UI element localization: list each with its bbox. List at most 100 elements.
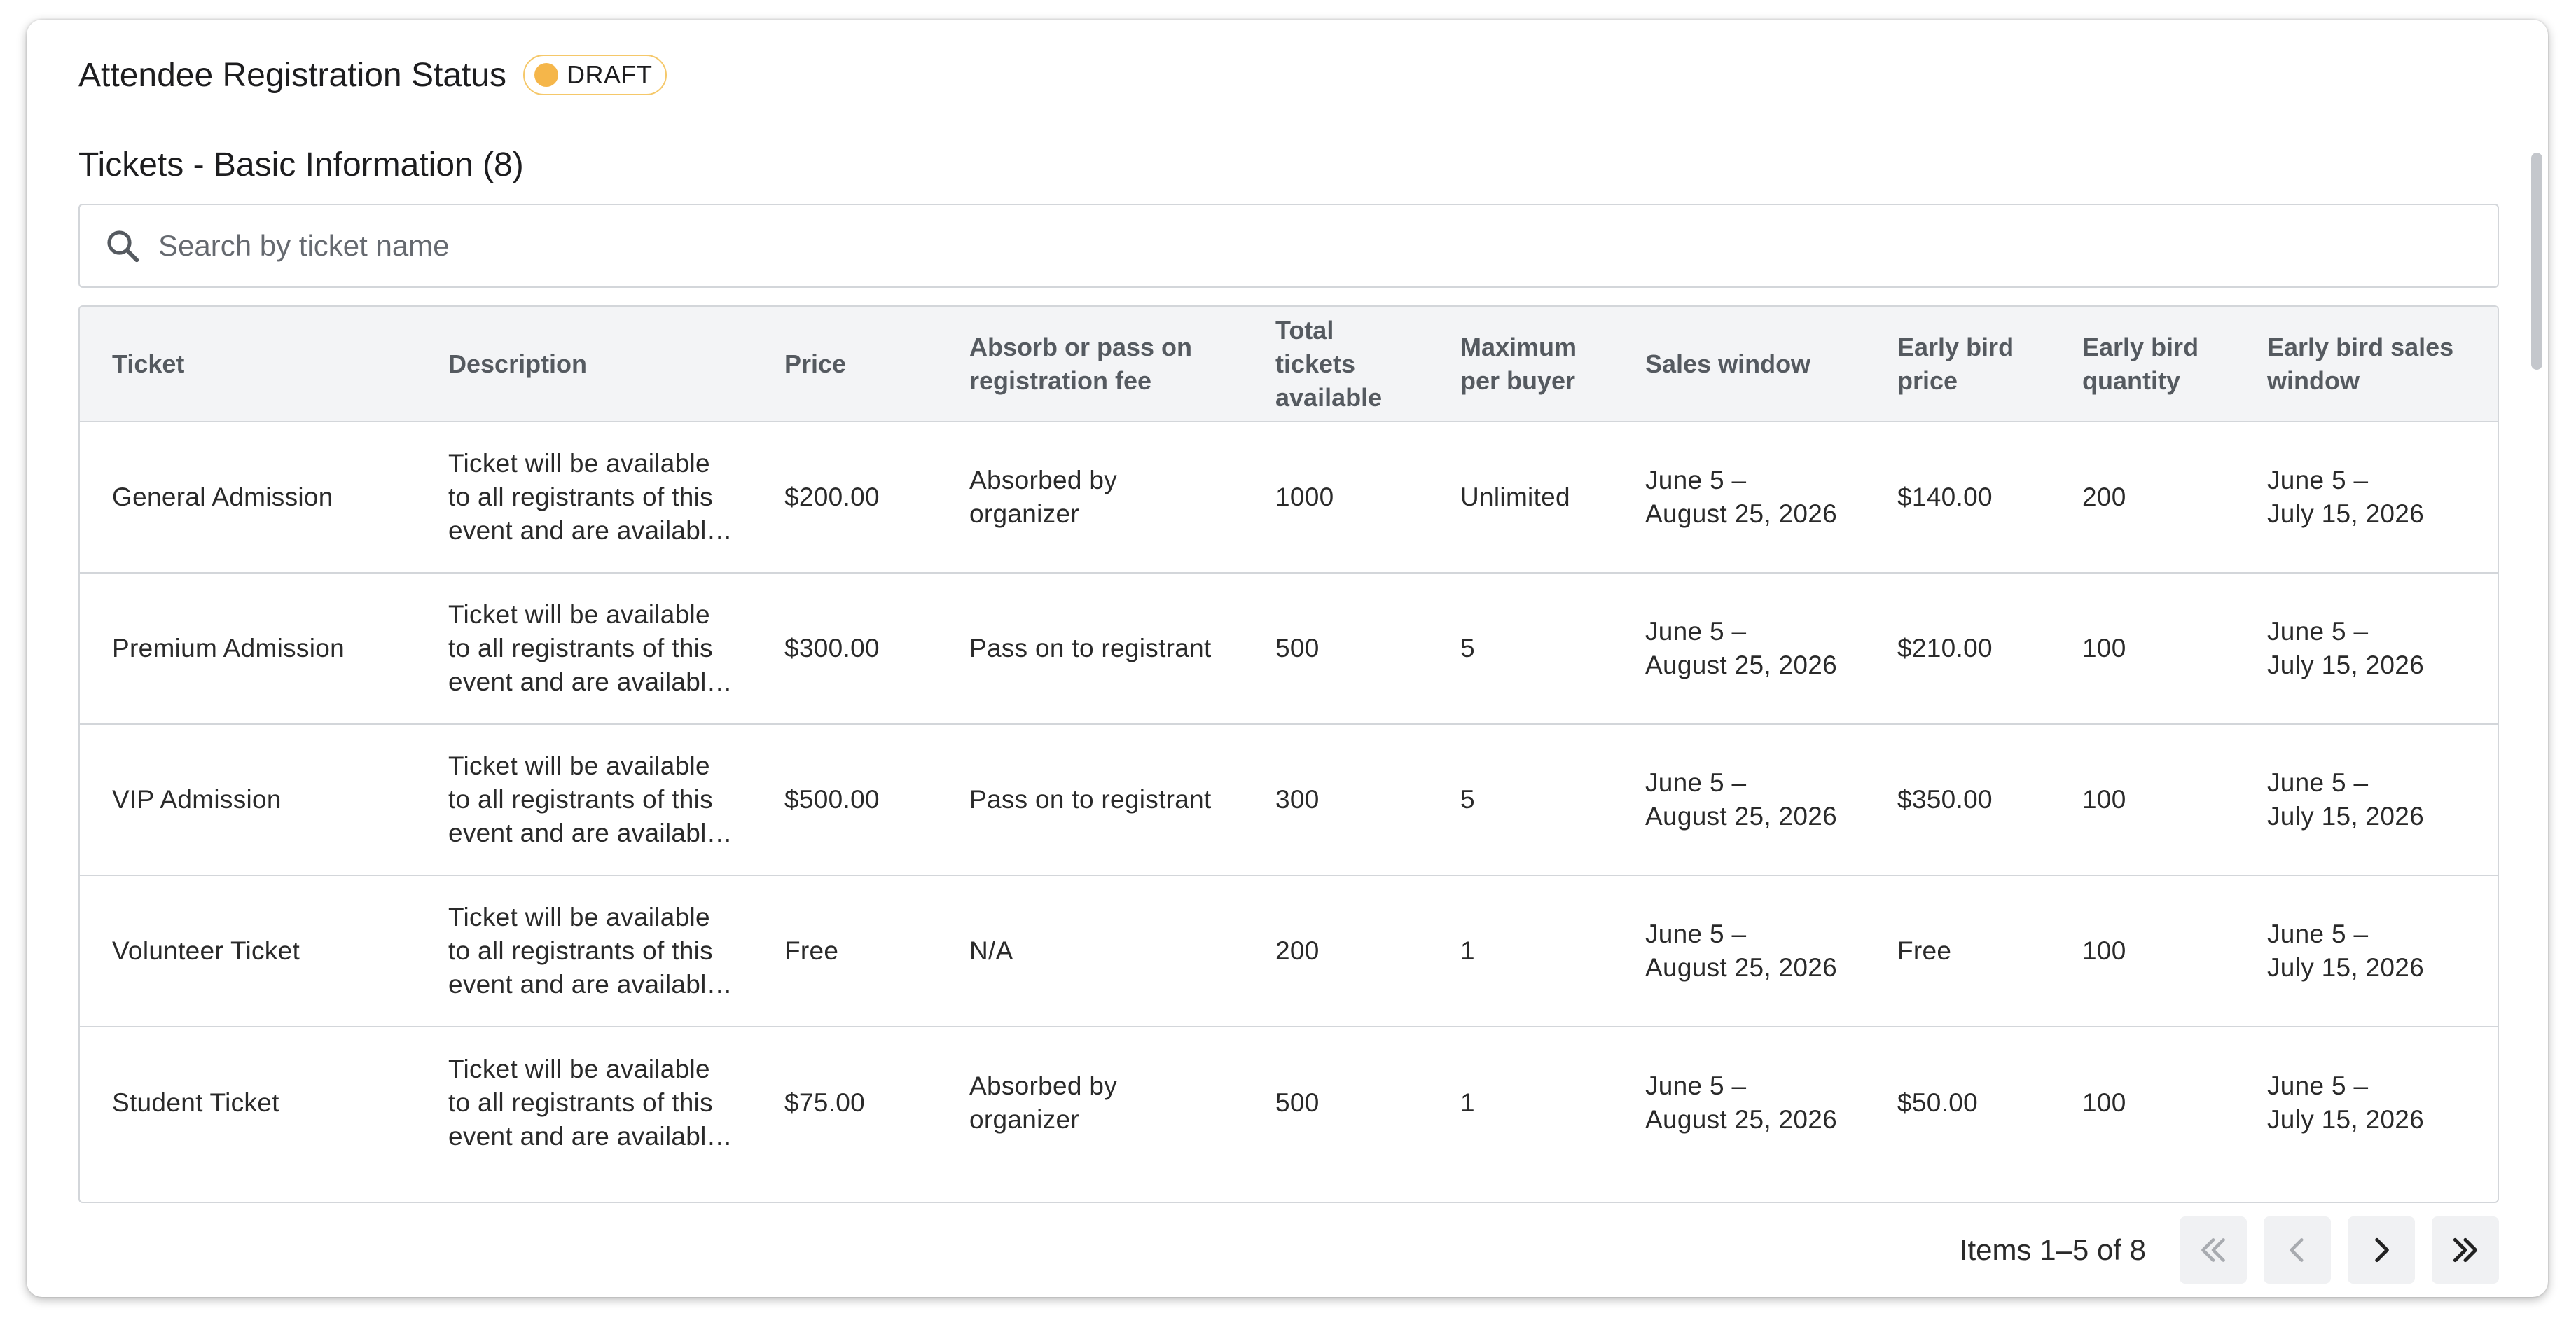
early-window-end: July 15, 2026 <box>2267 651 2425 679</box>
panel-header: Attendee Registration Status DRAFT <box>78 50 667 99</box>
sales-window-start: June 5 – <box>1645 1071 1747 1100</box>
ticket-early-price: $210.00 <box>1865 572 2050 724</box>
ticket-sales-window: June 5 – August 25, 2026 <box>1613 1026 1865 1178</box>
ticket-name: General Admission <box>112 483 333 511</box>
sales-window-end: August 25, 2026 <box>1645 802 1837 831</box>
ticket-sales-window: June 5 – August 25, 2026 <box>1613 422 1865 573</box>
ticket-price: $300.00 <box>752 572 937 724</box>
first-page-button[interactable] <box>2180 1216 2247 1284</box>
early-window-start: June 5 – <box>2267 920 2369 948</box>
column-header-max-per-buyer[interactable]: Maximum per buyer <box>1428 307 1613 422</box>
search-bar <box>78 204 2499 288</box>
sales-window-end: August 25, 2026 <box>1645 651 1837 679</box>
ticket-description: Ticket will be available to all registra… <box>416 1026 752 1178</box>
table-row[interactable]: Volunteer Ticket Ticket will be availabl… <box>80 875 2498 1027</box>
ticket-total: 1000 <box>1275 483 1334 511</box>
sales-window-end: August 25, 2026 <box>1645 953 1837 982</box>
sales-window-start: June 5 – <box>1645 768 1747 797</box>
status-badge: DRAFT <box>523 55 667 95</box>
pagination: Items 1–5 of 8 <box>1960 1215 2499 1285</box>
early-window-end: July 15, 2026 <box>2267 1104 2425 1134</box>
scrollbar-thumb[interactable] <box>2531 153 2542 370</box>
ticket-early-price: $140.00 <box>1897 483 1993 511</box>
double-chevron-right-icon <box>2453 1237 2478 1263</box>
column-header-early-price[interactable]: Early bird price <box>1865 307 2050 422</box>
chevron-right-icon <box>2375 1237 2389 1263</box>
ticket-sales-window: June 5 – August 25, 2026 <box>1613 723 1865 875</box>
table-row[interactable]: General Admission Ticket will be availab… <box>80 422 2498 573</box>
description-text: Ticket will be available to all registra… <box>448 600 721 696</box>
early-window-end: July 15, 2026 <box>2267 802 2425 831</box>
ticket-name: Student Ticket <box>80 1026 416 1178</box>
vertical-scrollbar[interactable] <box>2527 146 2547 1238</box>
sales-window-end: August 25, 2026 <box>1645 499 1837 528</box>
ticket-fee: N/A <box>937 875 1243 1027</box>
column-header-early-qty[interactable]: Early bird quantity <box>2050 307 2235 422</box>
column-header-ticket[interactable]: Ticket <box>80 307 416 422</box>
ticket-sales-window: June 5 – August 25, 2026 <box>1613 875 1865 1027</box>
table-row[interactable]: Student Ticket Ticket will be available … <box>80 1026 2498 1178</box>
table-header-row: Ticket Description Price Absorb or pass … <box>80 307 2498 422</box>
ticket-fee: Absorbed by organizer <box>937 1026 1243 1178</box>
column-header-sales-window[interactable]: Sales window <box>1613 307 1865 422</box>
ticket-total: 500 <box>1243 572 1428 724</box>
ticket-total: 300 <box>1243 723 1428 875</box>
ticket-name: Volunteer Ticket <box>80 875 416 1027</box>
early-window-start: June 5 – <box>2267 1071 2369 1100</box>
early-window-start: June 5 – <box>2267 768 2369 797</box>
previous-page-button[interactable] <box>2264 1216 2331 1284</box>
ticket-total: 500 <box>1243 1026 1428 1178</box>
registration-panel: Attendee Registration Status DRAFT Ticke… <box>27 20 2548 1297</box>
ticket-early-qty: 100 <box>2050 723 2235 875</box>
ticket-early-price: Free <box>1865 875 2050 1027</box>
chevron-left-icon <box>2290 1238 2304 1262</box>
early-window-end: July 15, 2026 <box>2267 953 2425 982</box>
early-window-start: June 5 – <box>2267 617 2369 646</box>
ticket-max-per-buyer: 1 <box>1428 875 1613 1027</box>
ticket-description: Ticket will be available to all registra… <box>416 723 752 875</box>
early-window-start: June 5 – <box>2267 466 2369 494</box>
column-header-description[interactable]: Description <box>416 307 752 422</box>
description-text: Ticket will be available to all registra… <box>448 1054 721 1151</box>
ticket-price: $200.00 <box>784 483 880 511</box>
column-header-fee[interactable]: Absorb or pass on registration fee <box>937 307 1243 422</box>
early-window-end: July 15, 2026 <box>2267 499 2425 528</box>
ticket-max-per-buyer: 1 <box>1428 1026 1613 1178</box>
ticket-sales-window: June 5 – August 25, 2026 <box>1613 572 1865 724</box>
ticket-fee: Absorbed by organizer <box>969 466 1118 528</box>
next-page-button[interactable] <box>2348 1216 2415 1284</box>
ticket-name: VIP Admission <box>80 723 416 875</box>
column-header-total[interactable]: Total tickets available <box>1243 307 1428 422</box>
ticket-early-window: June 5 – July 15, 2026 <box>2235 875 2498 1027</box>
description-text: Ticket will be available to all registra… <box>448 449 721 545</box>
table-row[interactable]: VIP Admission Ticket will be available t… <box>80 723 2498 875</box>
column-header-early-window[interactable]: Early bird sales window <box>2235 307 2498 422</box>
search-input[interactable] <box>157 228 2498 263</box>
ticket-price: Free <box>752 875 937 1027</box>
ticket-max-per-buyer: 5 <box>1428 572 1613 724</box>
table-row[interactable]: Premium Admission Ticket will be availab… <box>80 572 2498 724</box>
ticket-price: $75.00 <box>752 1026 937 1178</box>
ticket-early-window: June 5 – July 15, 2026 <box>2235 422 2498 573</box>
ticket-early-qty: 200 <box>2082 483 2126 511</box>
column-header-price[interactable]: Price <box>752 307 937 422</box>
section-title: Tickets - Basic Information (8) <box>78 146 524 183</box>
ticket-early-price: $50.00 <box>1865 1026 2050 1178</box>
description-text: Ticket will be available to all registra… <box>448 903 721 999</box>
ticket-early-window: June 5 – July 15, 2026 <box>2235 572 2498 724</box>
search-icon <box>107 230 139 263</box>
items-count: Items 1–5 of 8 <box>1959 1233 2146 1266</box>
ticket-early-window: June 5 – July 15, 2026 <box>2235 1026 2498 1178</box>
ticket-name: Premium Admission <box>80 572 416 724</box>
ticket-max-per-buyer: Unlimited <box>1460 483 1570 511</box>
description-text: Ticket will be available to all registra… <box>448 751 721 847</box>
ticket-early-qty: 100 <box>2050 572 2235 724</box>
sales-window-start: June 5 – <box>1645 617 1747 646</box>
ticket-early-qty: 100 <box>2050 1026 2235 1178</box>
ticket-fee: Pass on to registrant <box>937 723 1243 875</box>
last-page-button[interactable] <box>2432 1216 2499 1284</box>
ticket-early-price: $350.00 <box>1865 723 2050 875</box>
status-badge-label: DRAFT <box>567 60 653 89</box>
ticket-max-per-buyer: 5 <box>1428 723 1613 875</box>
ticket-price: $500.00 <box>752 723 937 875</box>
